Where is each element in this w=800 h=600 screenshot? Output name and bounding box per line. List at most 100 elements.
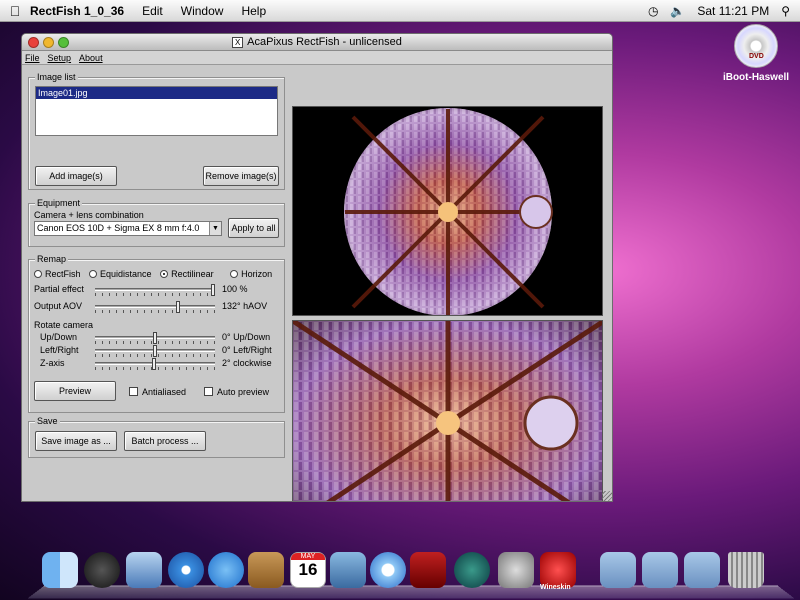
image-list-label: Image list	[35, 72, 78, 82]
radio-equidistance[interactable]: Equidistance	[89, 269, 152, 279]
output-aov-slider[interactable]	[95, 301, 215, 313]
x11-icon: X	[232, 36, 244, 48]
menu-about[interactable]: About	[79, 53, 103, 63]
radio-label: Horizon	[241, 269, 273, 279]
menu-file[interactable]: File	[25, 53, 40, 63]
iphoto-icon[interactable]	[330, 552, 366, 588]
image-list-group: Image list Image01.jpg Add image(s) Remo…	[28, 72, 285, 190]
window-title: AcaPixus RectFish - unlicensed	[247, 36, 402, 48]
leftright-value: 0° Left/Right	[222, 345, 272, 355]
list-item[interactable]: Image01.jpg	[36, 87, 277, 99]
rectfish-window: X AcaPixus RectFish - unlicensed File Set…	[21, 33, 613, 502]
safari-icon[interactable]	[168, 552, 204, 588]
preview-button[interactable]: Preview	[34, 381, 116, 401]
radio-label: Rectilinear	[171, 269, 214, 279]
ical-month: MAY	[291, 553, 325, 560]
clock[interactable]: Sat 11:21 PM	[697, 4, 769, 18]
itunes-icon[interactable]	[370, 552, 406, 588]
batch-process-button[interactable]: Batch process ...	[124, 431, 206, 451]
apple-icon[interactable]: 	[0, 3, 30, 19]
output-aov-value: 132° hAOV	[222, 301, 268, 311]
menu-edit[interactable]: Edit	[142, 4, 163, 18]
slider-thumb[interactable]	[176, 301, 180, 313]
checkbox-label: Auto preview	[217, 387, 270, 397]
partial-effect-value: 100 %	[222, 284, 248, 294]
systemprefs-icon[interactable]	[498, 552, 534, 588]
zaxis-slider[interactable]	[95, 358, 215, 370]
updown-label: Up/Down	[40, 332, 78, 342]
spotlight-icon[interactable]: ⚲	[781, 4, 790, 18]
slider-thumb[interactable]	[152, 358, 156, 370]
finder-icon[interactable]	[42, 552, 78, 588]
resize-grip-icon[interactable]	[602, 491, 612, 501]
dvd-text: DVD	[749, 53, 764, 60]
time-machine-menu-icon[interactable]: ◷	[648, 4, 658, 18]
radio-horizon[interactable]: Horizon	[230, 269, 272, 279]
partial-effect-slider[interactable]	[95, 284, 215, 296]
radio-circle	[34, 270, 42, 278]
window-menu: File Setup About	[22, 51, 612, 65]
dock: MAY 16 Wineskin	[27, 546, 795, 600]
menu-app-name[interactable]: RectFish 1_0_36	[30, 4, 124, 18]
trash-icon[interactable]	[728, 552, 764, 588]
applications-folder-icon[interactable]	[600, 552, 636, 588]
zaxis-value: 2° clockwise	[222, 358, 272, 368]
leftright-slider[interactable]	[95, 345, 215, 357]
camera-lens-select[interactable]: Canon EOS 10D + Sigma EX 8 mm f:4.0 ▼	[34, 221, 222, 236]
updown-slider[interactable]	[95, 332, 215, 344]
camera-lens-value: Canon EOS 10D + Sigma EX 8 mm f:4.0	[37, 223, 200, 233]
wineskin-icon[interactable]	[540, 552, 576, 588]
downloads-folder-icon[interactable]	[684, 552, 720, 588]
ichat-icon[interactable]	[208, 552, 244, 588]
equipment-label: Equipment	[35, 198, 83, 208]
save-group: Save Save image as ... Batch process ...	[28, 416, 285, 458]
menu-bar:  RectFish 1_0_36 Edit Window Help ◷ 🔈 S…	[0, 0, 800, 22]
window-titlebar[interactable]: X AcaPixus RectFish - unlicensed	[22, 34, 612, 51]
timemachine-icon[interactable]	[454, 552, 490, 588]
auto-preview-checkbox[interactable]: Auto preview	[204, 387, 269, 397]
menu-setup[interactable]: Setup	[48, 53, 72, 63]
checkbox-box	[204, 387, 213, 396]
checkbox-box	[129, 387, 138, 396]
radio-rectfish[interactable]: RectFish	[34, 269, 81, 279]
menu-help[interactable]: Help	[241, 4, 266, 18]
source-image-preview	[292, 106, 603, 316]
chevron-down-icon: ▼	[209, 222, 221, 235]
output-aov-label: Output AOV	[34, 301, 83, 311]
remove-images-button[interactable]: Remove image(s)	[203, 166, 279, 186]
radio-circle-selected	[160, 270, 169, 278]
zaxis-label: Z-axis	[40, 358, 65, 368]
image-list[interactable]: Image01.jpg	[35, 86, 278, 136]
mail-icon[interactable]	[126, 552, 162, 588]
photobooth-icon[interactable]	[410, 552, 446, 588]
minimize-button[interactable]	[43, 37, 54, 48]
antialiased-checkbox[interactable]: Antialiased	[129, 387, 186, 397]
wineskin-label: Wineskin	[540, 584, 571, 591]
volume-icon[interactable]: 🔈	[670, 4, 685, 18]
zoom-button[interactable]	[58, 37, 69, 48]
slider-thumb[interactable]	[211, 284, 215, 296]
add-images-button[interactable]: Add image(s)	[35, 166, 117, 186]
remap-label: Remap	[35, 254, 69, 264]
radio-rectilinear[interactable]: Rectilinear	[160, 269, 214, 279]
apply-to-all-button[interactable]: Apply to all	[228, 218, 279, 238]
checkbox-label: Antialiased	[142, 387, 187, 397]
drive-label: iBoot-Haswell	[722, 72, 790, 83]
save-label: Save	[35, 416, 60, 426]
partial-effect-label: Partial effect	[34, 284, 84, 294]
save-image-button[interactable]: Save image as ...	[35, 431, 117, 451]
dashboard-icon[interactable]	[84, 552, 120, 588]
slider-thumb[interactable]	[153, 345, 157, 357]
desktop-drive-icon[interactable]: DVD iBoot-Haswell	[716, 24, 796, 83]
ical-icon[interactable]: MAY 16	[290, 552, 326, 588]
dvd-icon: DVD	[734, 24, 778, 68]
remap-options: RectFish Equidistance Rectilinear Horizo…	[34, 269, 272, 279]
rectilinear-photo	[293, 321, 602, 501]
close-button[interactable]	[28, 37, 39, 48]
slider-thumb[interactable]	[153, 332, 157, 344]
radio-circle	[230, 270, 239, 278]
menu-window[interactable]: Window	[181, 4, 224, 18]
ical-day: 16	[298, 560, 318, 579]
documents-folder-icon[interactable]	[642, 552, 678, 588]
addressbook-icon[interactable]	[248, 552, 284, 588]
